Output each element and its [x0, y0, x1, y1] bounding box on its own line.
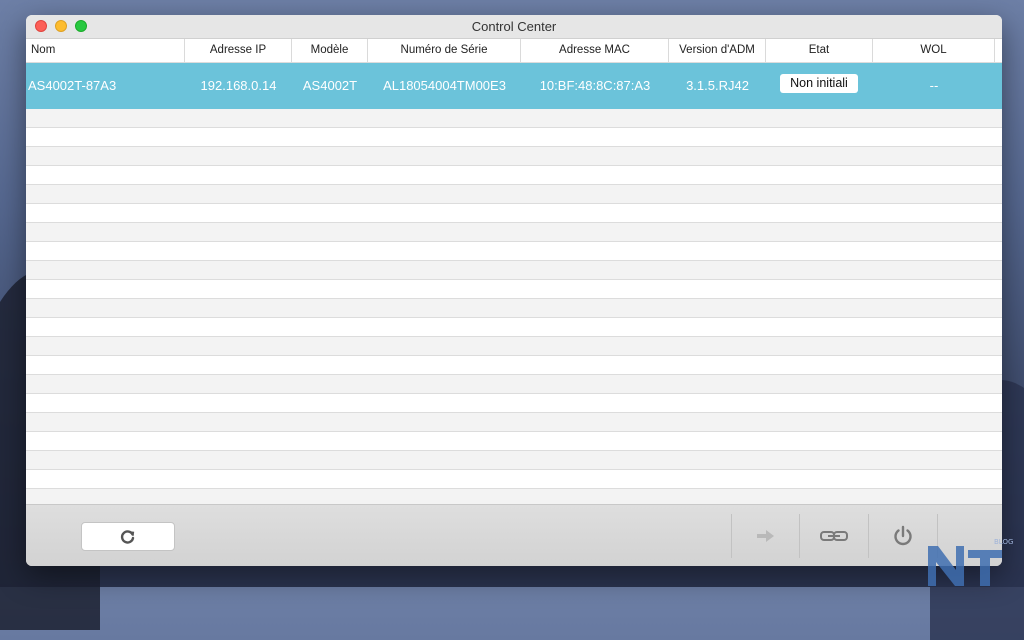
bottom-toolbar [26, 504, 1002, 566]
refresh-icon [120, 529, 135, 544]
column-header-mac[interactable]: Adresse MAC [521, 39, 669, 62]
power-icon [894, 525, 912, 546]
link-button[interactable] [799, 514, 868, 558]
empty-table-row [26, 128, 1002, 147]
site-watermark-logo: BLOG [926, 536, 1013, 586]
empty-table-row [26, 261, 1002, 280]
cell-serial: AL18054004TM00E3 [383, 78, 506, 93]
empty-table-row [26, 242, 1002, 261]
nas-device-table: Nom Adresse IP Modèle Numéro de Série Ad… [26, 39, 1002, 504]
table-header: Nom Adresse IP Modèle Numéro de Série Ad… [26, 39, 1002, 63]
close-button[interactable] [35, 20, 47, 32]
title-bar[interactable]: Control Center [26, 15, 1002, 39]
cell-model: AS4002T [302, 78, 358, 93]
empty-table-row [26, 413, 1002, 432]
empty-table-row [26, 166, 1002, 185]
column-header-name[interactable]: Nom [26, 39, 185, 62]
column-header-model[interactable]: Modèle [292, 39, 368, 62]
empty-table-row [26, 185, 1002, 204]
minimize-button[interactable] [55, 20, 67, 32]
cell-name: AS4002T-87A3 [28, 78, 117, 93]
link-icon [820, 531, 848, 541]
empty-table-row [26, 470, 1002, 489]
empty-table-row [26, 223, 1002, 242]
empty-table-row [26, 318, 1002, 337]
window-controls [35, 20, 87, 32]
arrow-right-icon [757, 530, 774, 542]
table-row[interactable]: AS4002T-87A3 192.168.0.14 AS4002T AL1805… [26, 63, 1002, 109]
cell-adm-version: 3.1.5.RJ42 [686, 78, 749, 93]
empty-table-row [26, 337, 1002, 356]
empty-table-row [26, 299, 1002, 318]
empty-table-row [26, 204, 1002, 223]
zoom-button[interactable] [75, 20, 87, 32]
window-title: Control Center [471, 19, 557, 34]
empty-table-row [26, 451, 1002, 470]
cell-mac: 10:BF:48:8C:87:A3 [539, 78, 651, 93]
column-header-ip[interactable]: Adresse IP [185, 39, 292, 62]
cell-ip: 192.168.0.14 [200, 78, 277, 93]
empty-table-row [26, 432, 1002, 451]
empty-table-row [26, 109, 1002, 128]
column-header-state[interactable]: Etat [766, 39, 873, 62]
connect-button[interactable] [731, 514, 800, 558]
column-header-serial[interactable]: Numéro de Série [368, 39, 521, 62]
cell-wol: -- [929, 78, 939, 93]
refresh-button[interactable] [81, 522, 175, 551]
watermark-text: BLOG [994, 538, 1014, 546]
empty-table-row [26, 394, 1002, 413]
empty-table-row [26, 489, 1002, 504]
column-header-wol[interactable]: WOL [873, 39, 995, 62]
empty-table-row [26, 356, 1002, 375]
empty-table-row [26, 147, 1002, 166]
column-header-adm-version[interactable]: Version d'ADM [669, 39, 766, 62]
status-badge: Non initiali [780, 74, 858, 93]
control-center-window: Control Center Nom Adresse IP Modèle Num… [26, 15, 1002, 566]
empty-table-row [26, 375, 1002, 394]
empty-table-row [26, 280, 1002, 299]
